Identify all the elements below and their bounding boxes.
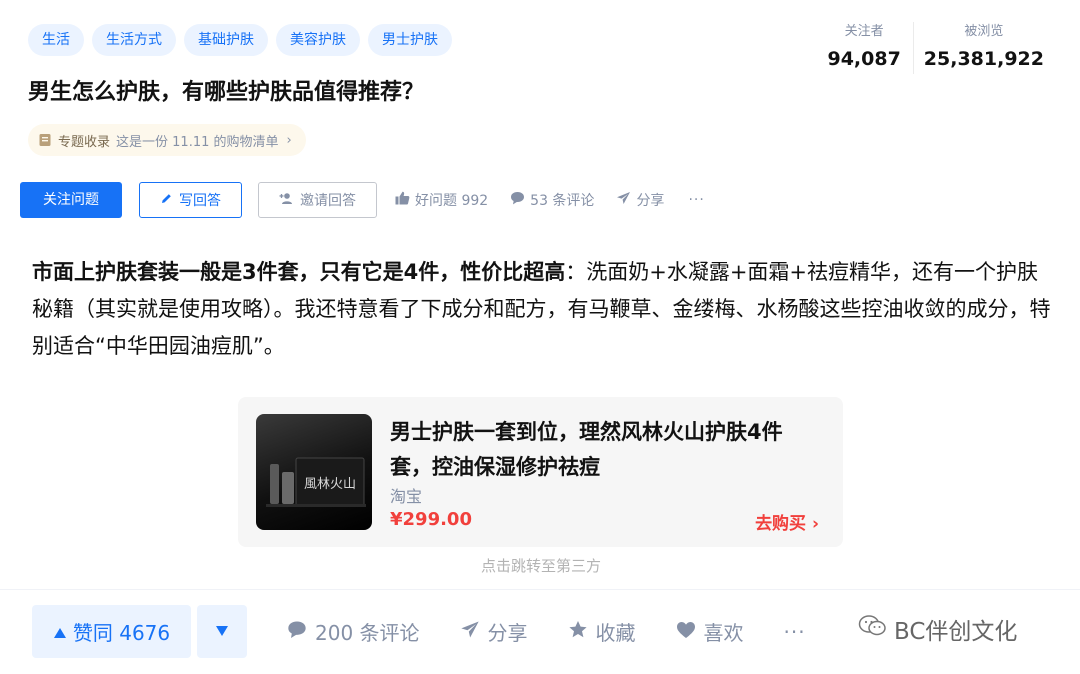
book-icon	[38, 133, 52, 147]
third-party-hint: 点击跳转至第三方	[480, 557, 601, 575]
followers-label: 关注者	[844, 24, 884, 39]
question-comments-label: 53 条评论	[530, 193, 595, 209]
product-source: 淘宝	[390, 487, 423, 506]
question-stats: 关注者 94,087 被浏览 25,381,922	[827, 22, 1044, 74]
write-answer-label: 写回答	[179, 193, 221, 209]
favorite-button[interactable]: 收藏	[568, 617, 636, 646]
question-share-label: 分享	[636, 193, 665, 209]
invite-answer-label: 邀请回答	[300, 193, 356, 209]
good-question-button[interactable]: 好问题 992	[395, 190, 488, 210]
product-image: 風林火山	[256, 414, 372, 530]
topic-tags: 生活 生活方式 基础护肤 美容护肤 男士护肤	[28, 24, 452, 56]
star-icon	[568, 620, 588, 644]
chevron-right-icon: ›	[811, 514, 819, 534]
tag-lifestyle[interactable]: 生活方式	[92, 24, 176, 56]
topic-collection-label: 专题收录	[58, 134, 111, 150]
wechat-icon	[858, 614, 888, 644]
like-button[interactable]: 喜欢	[676, 617, 744, 646]
answer-share-button[interactable]: 分享	[460, 617, 528, 646]
answer-more-button[interactable]: ···	[784, 620, 806, 644]
followers-stat[interactable]: 关注者 94,087	[827, 22, 900, 74]
good-question-label: 好问题 992	[415, 193, 489, 209]
upvote-label: 赞同 4676	[72, 621, 171, 645]
answer-share-label: 分享	[487, 621, 528, 645]
answer-comments-label: 200 条评论	[315, 621, 420, 645]
downvote-button[interactable]	[197, 605, 247, 658]
answer-action-bar: 赞同 4676 200 条评论 分享 收藏 喜欢 ···	[32, 605, 806, 658]
tag-basic-skincare[interactable]: 基础护肤	[184, 24, 268, 56]
tag-mens-skincare[interactable]: 男士护肤	[368, 24, 452, 56]
follow-question-button[interactable]: 关注问题	[20, 182, 122, 218]
question-title[interactable]: 男生怎么护肤，有哪些护肤品值得推荐？	[28, 76, 424, 110]
answer-bold-lead: 市面上护肤套装一般是3件套，只有它是4件，性价比超高	[32, 260, 566, 284]
tag-life[interactable]: 生活	[28, 24, 84, 56]
topic-collection-link[interactable]: 专题收录 这是一份 11.11 的购物清单 ›	[28, 124, 306, 156]
share-icon	[616, 191, 631, 209]
triangle-down-icon	[215, 621, 229, 642]
like-label: 喜欢	[703, 621, 744, 645]
question-comments-button[interactable]: 53 条评论	[510, 190, 594, 210]
views-stat: 被浏览 25,381,922	[912, 22, 1044, 74]
buy-button[interactable]: 去购买 ›	[755, 509, 819, 534]
product-image-text: 風林火山	[304, 477, 356, 492]
buy-label: 去购买	[755, 514, 807, 534]
divider	[0, 589, 1080, 590]
topic-collection-text: 这是一份 11.11 的购物清单	[116, 134, 279, 150]
upvote-button[interactable]: 赞同 4676	[32, 605, 191, 658]
question-actions: 关注问题 写回答 邀请回答 好问题 992 53 条评论 分享 ···	[20, 182, 705, 218]
question-share-button[interactable]: 分享	[616, 190, 664, 210]
views-label: 被浏览	[964, 24, 1004, 39]
heart-icon	[676, 620, 696, 644]
comment-icon	[510, 191, 525, 209]
invite-answer-button[interactable]: 邀请回答	[258, 182, 377, 218]
share-icon	[460, 620, 480, 644]
add-user-icon	[279, 192, 294, 209]
favorite-label: 收藏	[595, 621, 636, 645]
product-title[interactable]: 男士护肤一套到位，理然风林火山护肤4件套，控油保湿修护祛痘	[390, 415, 820, 485]
product-card[interactable]: 風林火山 男士护肤一套到位，理然风林火山护肤4件套，控油保湿修护祛痘 淘宝 ¥2…	[238, 397, 843, 547]
write-answer-button[interactable]: 写回答	[139, 182, 242, 218]
chevron-right-icon: ›	[286, 132, 292, 148]
pencil-icon	[160, 192, 173, 209]
views-count: 25,381,922	[923, 48, 1044, 70]
answer-content: 市面上护肤套装一般是3件套，只有它是4件，性价比超高：洗面奶+水凝露+面霜+祛痘…	[32, 254, 1052, 365]
followers-count: 94,087	[827, 48, 901, 70]
thumbs-up-icon	[395, 191, 410, 209]
answer-comments-button[interactable]: 200 条评论	[287, 617, 420, 646]
wechat-watermark: BC伴创文化	[858, 612, 1017, 646]
comment-icon	[287, 620, 307, 644]
tag-beauty-skincare[interactable]: 美容护肤	[276, 24, 360, 56]
product-price: ¥299.00	[390, 509, 472, 530]
watermark-text: BC伴创文化	[894, 619, 1018, 645]
question-more-button[interactable]: ···	[688, 192, 704, 208]
triangle-up-icon	[53, 620, 67, 644]
